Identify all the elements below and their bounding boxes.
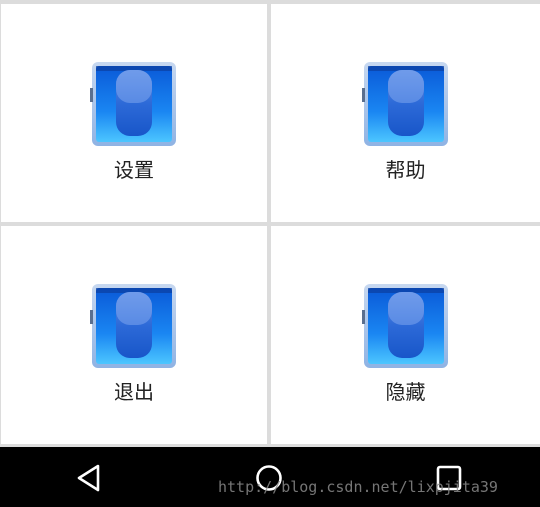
- watermark-text: http://blog.csdn.net/lixpjita39: [218, 478, 498, 496]
- toggle-tile-icon: [90, 62, 176, 146]
- menu-grid: 设置 帮助 退出 隐藏: [0, 0, 540, 447]
- menu-item-label: 退出: [114, 380, 154, 404]
- menu-item-label: 隐藏: [385, 380, 426, 404]
- menu-item-label: 帮助: [385, 158, 426, 182]
- menu-item-exit[interactable]: 退出: [1, 226, 267, 444]
- menu-item-label: 设置: [114, 158, 154, 182]
- menu-item-hide[interactable]: 隐藏: [271, 226, 540, 444]
- menu-item-settings[interactable]: 设置: [1, 4, 267, 222]
- navigation-bar: [0, 447, 540, 507]
- toggle-tile-icon: [90, 284, 176, 368]
- triangle-back-icon[interactable]: [74, 463, 104, 493]
- menu-item-help[interactable]: 帮助: [271, 4, 540, 222]
- toggle-tile-icon: [361, 284, 448, 368]
- toggle-tile-icon: [361, 62, 448, 146]
